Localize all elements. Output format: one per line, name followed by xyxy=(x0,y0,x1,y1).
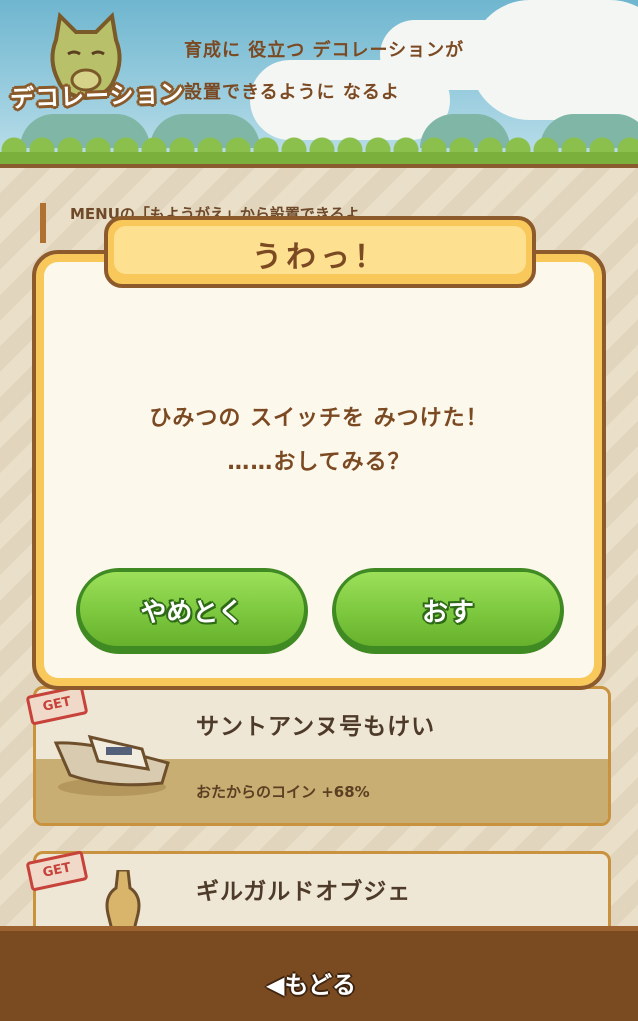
back-button-label: もどる xyxy=(284,971,356,999)
dialog-message-line2: ……おしてみる？ xyxy=(227,450,411,475)
header-description-line1: 育成に 役立つ デコレーションが xyxy=(184,40,465,61)
ship-icon xyxy=(53,734,170,796)
confirm-dialog: ひみつの スイッチを みつけた！ ……おしてみる？ やめとく おす xyxy=(32,250,606,690)
list-item[interactable]: サントアンヌ号もけい おたからのコイン +68% xyxy=(33,686,611,826)
confirm-button-label: おす xyxy=(421,598,474,628)
cancel-button-label: やめとく xyxy=(140,598,244,628)
decoration-badge: デコレーション xyxy=(9,78,186,114)
dialog-title-tab: うわっ！ xyxy=(104,216,536,288)
confirm-button[interactable]: おす xyxy=(332,568,564,654)
back-arrow-icon: ◀ xyxy=(266,971,285,999)
header-banner: デコレーション 育成に 役立つ デコレーションが 設置できるように なるよ xyxy=(0,0,638,168)
back-button[interactable]: ◀もどる xyxy=(266,965,356,1000)
footer-bar: ◀もどる xyxy=(0,926,638,1021)
item-name: ギルガルドオブジェ xyxy=(196,879,412,905)
list-item[interactable]: ギルガルドオブジェ xyxy=(33,851,611,926)
item-name: サントアンヌ号もけい xyxy=(196,714,436,740)
ground-strip xyxy=(0,152,638,168)
dialog-title: うわっ！ xyxy=(252,240,388,275)
cancel-button[interactable]: やめとく xyxy=(76,568,308,654)
item-effect: おたからのコイン +68% xyxy=(196,783,370,801)
dialog-message-line1: ひみつの スイッチを みつけた！ xyxy=(149,406,489,431)
header-description-line2: 設置できるように なるよ xyxy=(184,82,400,103)
statue-icon xyxy=(105,870,141,926)
